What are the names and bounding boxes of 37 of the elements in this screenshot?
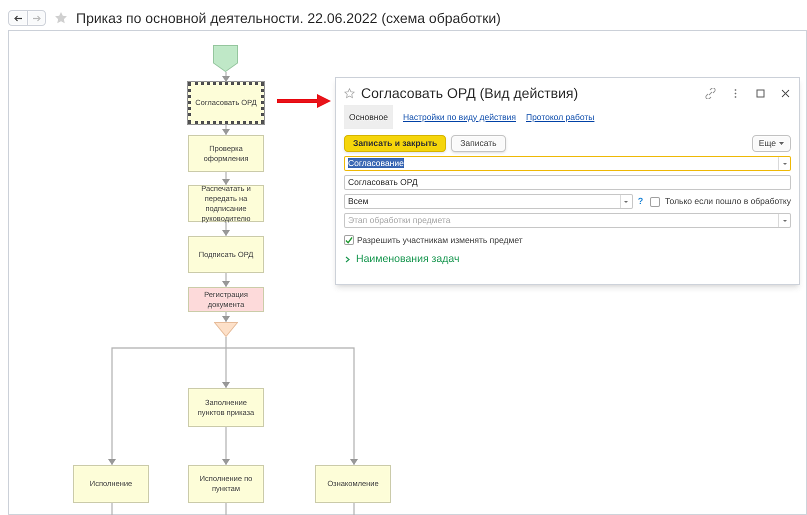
checkbox[interactable] (650, 196, 660, 206)
dropdown-field[interactable]: Согласование (344, 156, 791, 171)
checkbox[interactable] (344, 235, 354, 246)
checkbox-label: Только если пошло в обработку (665, 195, 791, 208)
connector-arrow (222, 172, 230, 185)
help-icon[interactable]: ? (638, 194, 644, 208)
window-title: Приказ по основной деятельности. 22.06.2022 (схема обработки) (76, 8, 501, 28)
split-node[interactable] (214, 322, 238, 337)
link-icon[interactable] (705, 88, 716, 98)
close-icon[interactable] (780, 88, 791, 98)
connector-arrow (222, 72, 230, 82)
maximize-icon[interactable] (755, 88, 766, 98)
action-button[interactable]: Записать (451, 134, 506, 152)
input-field[interactable]: Согласовать ОРД (344, 175, 791, 190)
back-arrow-icon (14, 14, 22, 22)
action-button[interactable]: Записать и закрыть (344, 134, 446, 152)
tab[interactable]: Основное (344, 104, 393, 130)
connector-arrow (222, 312, 230, 322)
dialog-title: Согласовать ОРД (Вид действия) (361, 84, 580, 103)
chevron-icon[interactable] (344, 256, 351, 264)
tab[interactable]: Настройки по виду действия (402, 110, 516, 124)
star-icon[interactable] (344, 88, 355, 98)
checkbox-label: Разрешить участникам изменять предмет (357, 234, 523, 247)
connector-arrow (222, 222, 230, 236)
forward-arrow-icon (32, 14, 41, 22)
more-button[interactable]: Еще (752, 134, 791, 152)
star-icon[interactable] (54, 11, 68, 25)
connector-arrow (222, 124, 230, 135)
connector-arrow (222, 273, 230, 287)
caret-icon[interactable] (782, 220, 786, 222)
dropdown-field[interactable]: Всем (344, 194, 633, 209)
group-title[interactable]: Наименования задач (356, 252, 460, 268)
caret-icon[interactable] (624, 200, 628, 202)
pointer-arrow (277, 94, 331, 108)
caret-icon (779, 142, 784, 144)
caret-icon[interactable] (782, 162, 786, 164)
tab[interactable]: Протокол работы (526, 110, 594, 124)
